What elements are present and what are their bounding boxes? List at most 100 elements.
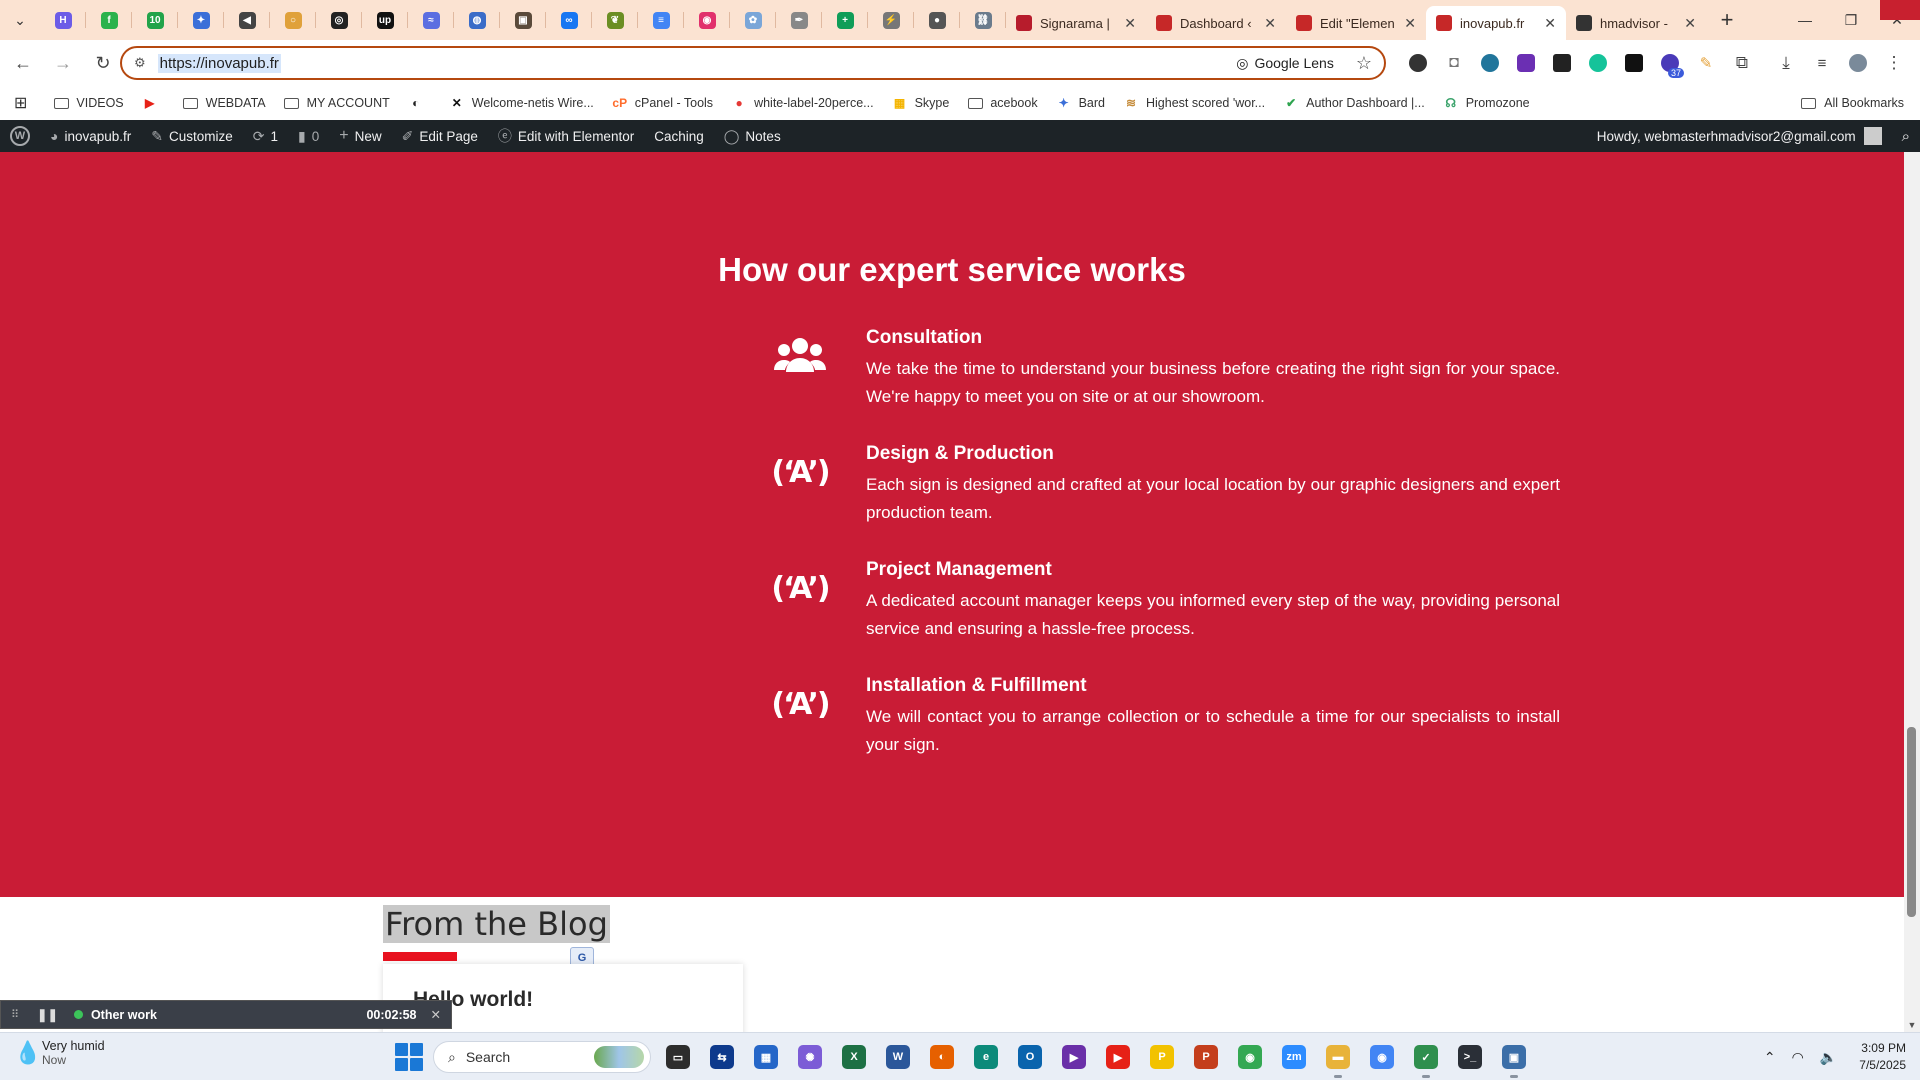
taskbar-app-excel[interactable]: X <box>832 1033 876 1080</box>
forward-button[interactable]: → <box>46 46 80 80</box>
bookmark-item[interactable]: ✔ Author Dashboard |... <box>1283 96 1425 110</box>
tab-search-button[interactable]: ⌄ <box>0 0 40 40</box>
bookmark-item[interactable]: ✦ Bard <box>1056 96 1105 110</box>
pinned-tab[interactable]: ◎ <box>316 0 362 40</box>
taskbar-app-teamviewer[interactable]: ⇆ <box>700 1033 744 1080</box>
taskbar-app-copilot[interactable]: ✺ <box>788 1033 832 1080</box>
taskbar-app-remote-desktop[interactable]: ▣ <box>1492 1033 1536 1080</box>
taskbar-app-payoneer[interactable]: P <box>1140 1033 1184 1080</box>
extension-hat-icon[interactable]: 37 <box>1652 46 1688 80</box>
browser-tab[interactable]: Edit "Elemen ✕ <box>1286 6 1426 40</box>
taskbar-search[interactable]: ⌕ Search <box>433 1041 651 1073</box>
wp-search-button[interactable]: ⌕ <box>1892 120 1920 152</box>
volume-icon[interactable]: 🔈 <box>1820 1049 1837 1066</box>
pinned-tab[interactable]: ≈ <box>408 0 454 40</box>
pause-button[interactable]: ❚❚ <box>37 1007 58 1022</box>
start-button[interactable] <box>395 1043 423 1071</box>
bookmark-item[interactable]: acebook <box>967 96 1038 110</box>
pinned-tab[interactable]: ▣ <box>500 0 546 40</box>
taskbar-app-store[interactable]: ▦ <box>744 1033 788 1080</box>
taskbar-app-outlook[interactable]: O <box>1008 1033 1052 1080</box>
new-tab-button[interactable]: + <box>1710 3 1744 37</box>
taskbar-app-firefox[interactable]: ◐ <box>920 1033 964 1080</box>
bookmark-item[interactable]: ≋ Highest scored 'wor... <box>1123 96 1265 110</box>
camera-icon[interactable]: ◘ <box>1436 46 1472 80</box>
pinned-tab[interactable]: up <box>362 0 408 40</box>
address-bar[interactable]: ⚙ https://inovapub.fr ◎ Google Lens ☆ <box>120 46 1386 80</box>
pinned-tab[interactable]: ❦ <box>592 0 638 40</box>
bookmark-item[interactable]: ☊ Promozone <box>1443 96 1529 110</box>
pinned-tab[interactable]: ● <box>914 0 960 40</box>
weather-widget[interactable]: 💧 Very humid Now <box>14 1039 105 1067</box>
browser-tab[interactable]: Signarama | ✕ <box>1006 6 1146 40</box>
close-icon[interactable]: ✕ <box>431 1007 441 1022</box>
taskbar-app-youtube[interactable]: ▶ <box>1096 1033 1140 1080</box>
wifi-icon[interactable]: ◠ <box>1792 1049 1804 1066</box>
close-tab-icon[interactable]: ✕ <box>1264 15 1276 32</box>
browser-tab[interactable]: hmadvisor - ✕ <box>1566 6 1706 40</box>
font-icon[interactable] <box>1616 46 1652 80</box>
drag-handle-icon[interactable]: ⠿ <box>11 1008 25 1021</box>
browser-tab[interactable]: Dashboard ‹ ✕ <box>1146 6 1286 40</box>
wordpress-icon[interactable] <box>1472 46 1508 80</box>
extension-purple-icon[interactable] <box>1508 46 1544 80</box>
pinned-tab[interactable]: ⚡ <box>868 0 914 40</box>
apps-grid-icon[interactable]: ⊞ <box>14 93 27 113</box>
pinned-tab[interactable]: ≡ <box>638 0 684 40</box>
bookmark-item[interactable]: WEBDATA <box>183 96 266 110</box>
scroll-down-icon[interactable]: ▼ <box>1904 1018 1920 1032</box>
wp-account-link[interactable]: Howdy, webmasterhmadvisor2@gmail.com <box>1587 120 1892 152</box>
grammarly-icon[interactable] <box>1580 46 1616 80</box>
pinned-tab[interactable]: f <box>86 0 132 40</box>
clock[interactable]: 3:09 PM 7/5/2025 <box>1859 1040 1906 1074</box>
taskbar-app-visual-studio[interactable]: ▶ <box>1052 1033 1096 1080</box>
extension-dark-icon[interactable] <box>1544 46 1580 80</box>
pinned-tab[interactable]: H <box>40 0 86 40</box>
pinned-tab[interactable]: ⛓ <box>960 0 1006 40</box>
wp-notes-link[interactable]: ◯ Notes <box>714 120 791 152</box>
profile-avatar[interactable] <box>1840 46 1876 80</box>
pinned-tab[interactable]: ✦ <box>178 0 224 40</box>
pinned-tab[interactable]: ✿ <box>730 0 776 40</box>
close-tab-icon[interactable]: ✕ <box>1404 15 1416 32</box>
restore-button[interactable]: ❐ <box>1828 0 1874 40</box>
pinned-tab[interactable]: + <box>822 0 868 40</box>
wp-logo-button[interactable]: W <box>0 120 40 152</box>
google-lens-button[interactable]: ◎ Google Lens <box>1236 55 1334 72</box>
pinned-tab[interactable]: ◍ <box>454 0 500 40</box>
close-tab-icon[interactable]: ✕ <box>1684 15 1696 32</box>
wp-site-link[interactable]: ◕ inovapub.fr <box>40 120 141 152</box>
bookmark-item[interactable]: cP cPanel - Tools <box>612 96 713 110</box>
taskbar-app-terminal[interactable]: >_ <box>1448 1033 1492 1080</box>
taskbar-app-zoom[interactable]: zm <box>1272 1033 1316 1080</box>
color-picker-icon[interactable]: ✎ <box>1688 46 1724 80</box>
bookmark-item[interactable]: ▶ <box>142 96 165 110</box>
taskbar-app-chrome[interactable]: ◉ <box>1228 1033 1272 1080</box>
scrollbar-thumb[interactable] <box>1907 727 1916 917</box>
wp-customize-link[interactable]: ✎ Customize <box>141 120 243 152</box>
url-text[interactable]: https://inovapub.fr <box>157 53 281 73</box>
wp-comments-link[interactable]: ▮ 0 <box>288 120 329 152</box>
bookmark-item[interactable]: VIDEOS <box>53 96 124 110</box>
wp-edit-page-link[interactable]: ✐ Edit Page <box>392 120 488 152</box>
close-tab-icon[interactable]: ✕ <box>1124 15 1136 32</box>
bookmark-item[interactable]: ● white-label-20perce... <box>731 96 873 110</box>
taskbar-app-task-view[interactable]: ▭ <box>656 1033 700 1080</box>
taskbar-app-powerpoint[interactable]: P <box>1184 1033 1228 1080</box>
bookmark-item[interactable]: ✕ Welcome-netis Wire... <box>449 96 594 110</box>
media-controls-icon[interactable]: ≡ <box>1804 46 1840 80</box>
taskbar-app-word[interactable]: W <box>876 1033 920 1080</box>
close-tab-icon[interactable]: ✕ <box>1544 15 1556 32</box>
bookmark-star-icon[interactable]: ☆ <box>1356 53 1372 74</box>
taskbar-app-edge[interactable]: e <box>964 1033 1008 1080</box>
taskbar-app-chrome-profile[interactable]: ◉ <box>1360 1033 1404 1080</box>
site-info-icon[interactable]: ⚙ <box>134 55 146 71</box>
page-scrollbar[interactable]: ▼ <box>1904 152 1920 1032</box>
all-bookmarks-button[interactable]: All Bookmarks <box>1801 86 1904 120</box>
bookmark-item[interactable]: MY ACCOUNT <box>284 96 390 110</box>
wp-caching-link[interactable]: Caching <box>644 120 714 152</box>
chevron-up-icon[interactable]: ⌃ <box>1764 1049 1776 1066</box>
pinned-tab[interactable]: ✒ <box>776 0 822 40</box>
wp-updates-link[interactable]: ⟳ 1 <box>243 120 288 152</box>
wp-elementor-link[interactable]: ⓔ Edit with Elementor <box>488 120 644 152</box>
